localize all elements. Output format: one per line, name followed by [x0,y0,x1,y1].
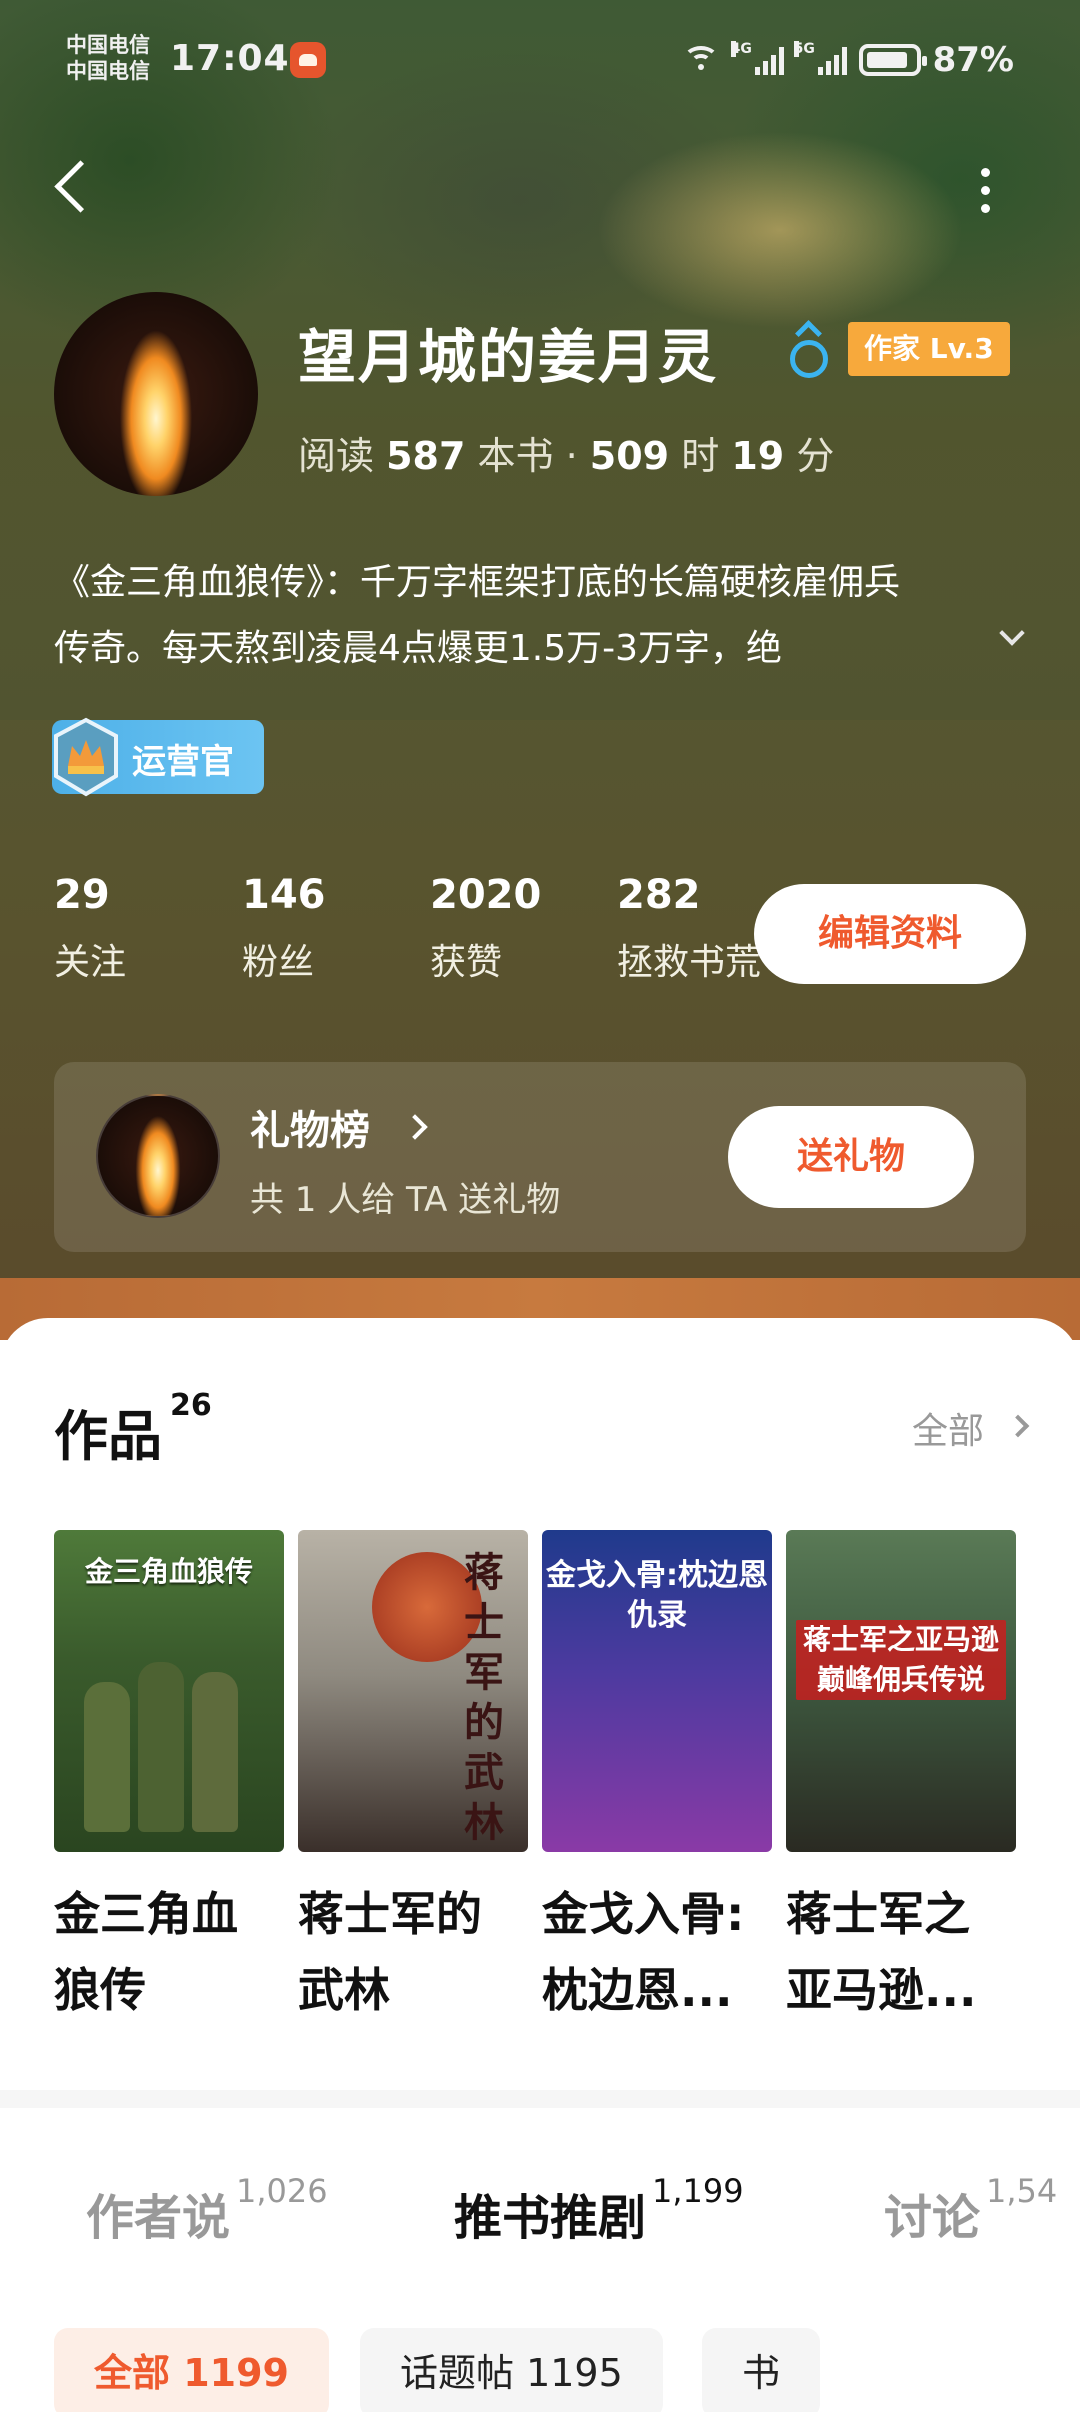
book-card[interactable]: 蒋士军之亚马逊巅峰佣兵传说 蒋士军之 亚马逊... [786,1530,1016,2028]
gift-summary: 共 1 人给 TA 送礼物 [250,1180,561,1220]
stat-following[interactable]: 29 关注 [54,870,126,988]
gift-ranking-card[interactable]: 礼物榜 共 1 人给 TA 送礼物 送礼物 [54,1062,1026,1252]
operator-badge[interactable]: 运营官 [52,717,264,797]
send-gift-button[interactable]: 送礼物 [728,1106,974,1208]
status-bar: 中国电信 中国电信 17:04 4G 5G 87% [0,0,1080,110]
edit-profile-button[interactable]: 编辑资料 [754,884,1026,984]
back-arrow-icon[interactable] [44,150,104,220]
battery-percent: 87% [932,40,1014,80]
carrier-label: 中国电信 中国电信 [66,33,150,83]
filter-chips: 全部 1199 话题帖 1195 书 [0,2328,1080,2412]
book-cover[interactable]: 金三角血狼传 [54,1530,284,1852]
username: 望月城的姜月灵 [298,323,719,391]
book-cover[interactable]: 金戈入骨:枕边恩仇录 [542,1530,772,1852]
works-view-all-link[interactable]: 全部 [912,1402,984,1454]
chip-books[interactable]: 书 [702,2328,821,2412]
stats-row: 29 关注 146 粉丝 2020 获赞 282 拯救书荒 [54,870,814,1000]
battery-icon [858,44,927,76]
crown-shield-icon [50,716,122,798]
reading-stats: 阅读 587 本书 · 509 时 19 分 [298,434,835,478]
signal-4g-icon: 4G [730,41,784,75]
book-card[interactable]: 金三角血狼传 金三角血 狼传 [54,1530,284,2028]
book-title[interactable]: 金三角血 狼传 [54,1876,294,2028]
profile-header: 中国电信 中国电信 17:04 4G 5G 87% 望月城的姜月灵 作家 Lv.… [0,0,1080,1340]
wifi-icon [681,44,721,76]
stat-followers[interactable]: 146 粉丝 [242,870,326,988]
gift-ranking-title[interactable]: 礼物榜 [250,1098,370,1156]
tab-discussion[interactable]: 讨论 1,54 [884,2172,1057,2248]
more-options-icon[interactable] [960,158,1010,222]
expand-chevron-icon[interactable] [996,622,1026,652]
chevron-right-icon [1006,1414,1030,1438]
signal-5g-icon: 5G [793,41,847,75]
book-title[interactable]: 蒋士军之 亚马逊... [786,1876,1026,2028]
app-notification-icon [290,42,326,78]
book-card[interactable]: 蒋士军的武林 蒋士军的 武林 [298,1530,528,2028]
chip-topic-posts[interactable]: 话题帖 1195 [360,2328,663,2412]
tab-book-recommendations[interactable]: 推书推剧 1,199 [454,2172,744,2248]
chip-all[interactable]: 全部 1199 [54,2328,329,2412]
author-level-badge[interactable]: 作家 Lv.3 [848,322,1010,376]
clock: 17:04 [170,38,290,79]
book-title[interactable]: 蒋士军的 武林 [298,1876,538,2028]
book-title[interactable]: 金戈入骨: 枕边恩... [542,1876,782,2028]
chevron-right-icon [402,1114,428,1140]
works-count: 26 [170,1388,212,1423]
stat-book-rescue[interactable]: 282 拯救书荒 [617,870,761,988]
stat-likes[interactable]: 2020 获赞 [430,870,541,988]
gift-sender-avatar[interactable] [96,1094,220,1218]
book-card[interactable]: 金戈入骨:枕边恩仇录 金戈入骨: 枕边恩... [542,1530,772,2028]
avatar[interactable] [54,292,258,496]
content-tabs: 作者说 1,026 推书推剧 1,199 讨论 1,54 [0,2172,1080,2258]
content-sheet: 作品 26 全部 金三角血狼传 金三角血 狼传 蒋士军的武林 蒋士军的 武林 金… [0,1318,1080,2412]
works-section-title: 作品 [54,1405,162,1468]
bio-text[interactable]: 《金三角血狼传》：千万字框架打底的长篇硬核雇佣兵 传奇。每天熬到凌晨4点爆更1.… [54,550,1004,682]
section-divider [0,2090,1080,2108]
book-cover[interactable]: 蒋士军之亚马逊巅峰佣兵传说 [786,1530,1016,1852]
book-cover[interactable]: 蒋士军的武林 [298,1530,528,1852]
tab-author-says[interactable]: 作者说 1,026 [86,2172,328,2248]
male-gender-icon [782,322,830,378]
